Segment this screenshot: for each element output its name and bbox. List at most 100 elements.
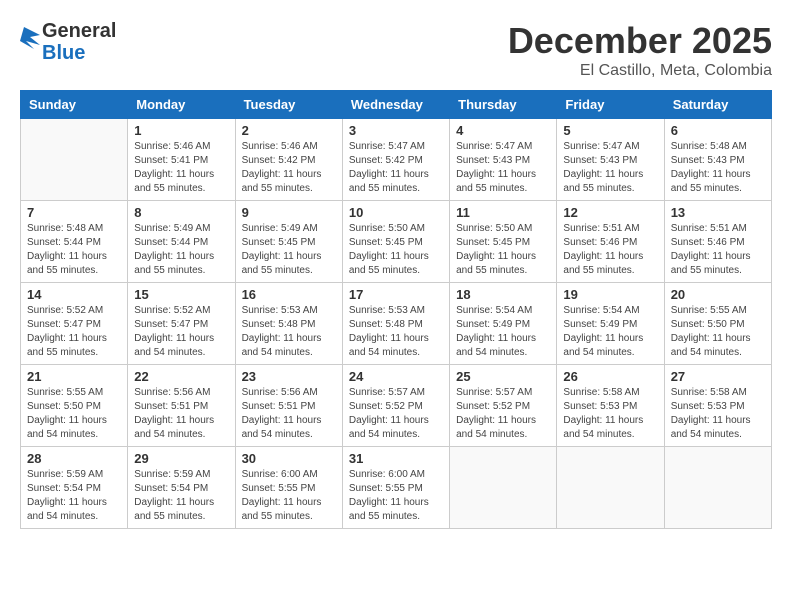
day-info: Sunrise: 6:00 AM Sunset: 5:55 PM Dayligh… — [242, 468, 336, 524]
day-cell: 7Sunrise: 5:48 AM Sunset: 5:44 PM Daylig… — [21, 201, 128, 283]
day-number: 20 — [671, 287, 765, 302]
day-cell: 6 Sunrise: 5:48 AM Sunset: 5:43 PM Daylig… — [664, 119, 771, 201]
day-cell: 3 Sunrise: 5:47 AM Sunset: 5:42 PM Daylig… — [342, 119, 449, 201]
day-cell: 27Sunrise: 5:58 AM Sunset: 5:53 PM Dayli… — [664, 365, 771, 447]
day-info: Sunrise: 5:50 AM Sunset: 5:45 PM Dayligh… — [349, 222, 443, 278]
col-saturday: Saturday — [664, 91, 771, 119]
day-info: Sunrise: 5:59 AM Sunset: 5:54 PM Dayligh… — [134, 468, 228, 524]
day-number: 22 — [134, 369, 228, 384]
day-info: Sunrise: 5:50 AM Sunset: 5:45 PM Dayligh… — [456, 222, 550, 278]
calendar-table: Sunday Monday Tuesday Wednesday Thursday… — [20, 90, 772, 529]
day-info: Sunrise: 5:54 AM Sunset: 5:49 PM Dayligh… — [563, 304, 657, 360]
day-info: Sunrise: 5:47 AM Sunset: 5:43 PM Dayligh… — [456, 140, 550, 196]
day-number: 10 — [349, 205, 443, 220]
day-number: 2 — [242, 123, 336, 138]
day-cell: 15 Sunrise: 5:52 AM Sunset: 5:47 PM Dayli… — [128, 283, 235, 365]
day-cell: 8 Sunrise: 5:49 AM Sunset: 5:44 PM Daylig… — [128, 201, 235, 283]
day-info: Sunrise: 5:54 AM Sunset: 5:49 PM Dayligh… — [456, 304, 550, 360]
day-info: Sunrise: 5:51 AM Sunset: 5:46 PM Dayligh… — [671, 222, 765, 278]
day-info: Sunrise: 5:52 AM Sunset: 5:47 PM Dayligh… — [27, 304, 121, 360]
day-number: 14 — [27, 287, 121, 302]
day-number: 15 — [134, 287, 228, 302]
day-cell: 28Sunrise: 5:59 AM Sunset: 5:54 PM Dayli… — [21, 447, 128, 529]
day-number: 31 — [349, 451, 443, 466]
day-cell: 25 Sunrise: 5:57 AM Sunset: 5:52 PM Dayli… — [450, 365, 557, 447]
day-cell: 30 Sunrise: 6:00 AM Sunset: 5:55 PM Dayli… — [235, 447, 342, 529]
day-cell: 21Sunrise: 5:55 AM Sunset: 5:50 PM Dayli… — [21, 365, 128, 447]
day-number: 12 — [563, 205, 657, 220]
col-sunday: Sunday — [21, 91, 128, 119]
day-number: 1 — [134, 123, 228, 138]
day-cell — [664, 447, 771, 529]
logo: General Blue — [20, 20, 116, 64]
day-cell: 17Sunrise: 5:53 AM Sunset: 5:48 PM Dayli… — [342, 283, 449, 365]
day-number: 23 — [242, 369, 336, 384]
day-info: Sunrise: 5:56 AM Sunset: 5:51 PM Dayligh… — [242, 386, 336, 442]
day-number: 8 — [134, 205, 228, 220]
day-number: 3 — [349, 123, 443, 138]
day-number: 11 — [456, 205, 550, 220]
day-number: 5 — [563, 123, 657, 138]
day-cell: 31 Sunrise: 6:00 AM Sunset: 5:55 PM Dayli… — [342, 447, 449, 529]
day-number: 4 — [456, 123, 550, 138]
day-info: Sunrise: 5:49 AM Sunset: 5:45 PM Dayligh… — [242, 222, 336, 278]
day-cell: 24Sunrise: 5:57 AM Sunset: 5:52 PM Dayli… — [342, 365, 449, 447]
day-number: 29 — [134, 451, 228, 466]
page-header: General Blue December 2025 El Castillo, … — [20, 20, 772, 80]
week-row-2: 7Sunrise: 5:48 AM Sunset: 5:44 PM Daylig… — [21, 201, 772, 283]
day-info: Sunrise: 5:55 AM Sunset: 5:50 PM Dayligh… — [671, 304, 765, 360]
day-cell: 14 Sunrise: 5:52 AM Sunset: 5:47 PM Dayli… — [21, 283, 128, 365]
col-tuesday: Tuesday — [235, 91, 342, 119]
week-row-4: 21Sunrise: 5:55 AM Sunset: 5:50 PM Dayli… — [21, 365, 772, 447]
logo-blue: Blue — [42, 42, 116, 64]
day-info: Sunrise: 5:59 AM Sunset: 5:54 PM Dayligh… — [27, 468, 121, 524]
day-number: 6 — [671, 123, 765, 138]
day-cell: 19 Sunrise: 5:54 AM Sunset: 5:49 PM Dayli… — [557, 283, 664, 365]
day-info: Sunrise: 5:53 AM Sunset: 5:48 PM Dayligh… — [242, 304, 336, 360]
day-info: Sunrise: 5:46 AM Sunset: 5:41 PM Dayligh… — [134, 140, 228, 196]
day-number: 24 — [349, 369, 443, 384]
day-info: Sunrise: 5:47 AM Sunset: 5:42 PM Dayligh… — [349, 140, 443, 196]
logo-bird-icon — [20, 27, 40, 57]
day-cell: 1 Sunrise: 5:46 AM Sunset: 5:41 PM Daylig… — [128, 119, 235, 201]
day-number: 30 — [242, 451, 336, 466]
col-friday: Friday — [557, 91, 664, 119]
title-block: December 2025 El Castillo, Meta, Colombi… — [508, 20, 772, 80]
day-info: Sunrise: 5:52 AM Sunset: 5:47 PM Dayligh… — [134, 304, 228, 360]
day-cell: 9 Sunrise: 5:49 AM Sunset: 5:45 PM Daylig… — [235, 201, 342, 283]
day-cell: 5 Sunrise: 5:47 AM Sunset: 5:43 PM Daylig… — [557, 119, 664, 201]
day-cell: 2 Sunrise: 5:46 AM Sunset: 5:42 PM Daylig… — [235, 119, 342, 201]
day-info: Sunrise: 5:57 AM Sunset: 5:52 PM Dayligh… — [456, 386, 550, 442]
day-info: Sunrise: 5:51 AM Sunset: 5:46 PM Dayligh… — [563, 222, 657, 278]
day-number: 21 — [27, 369, 121, 384]
day-cell: 4 Sunrise: 5:47 AM Sunset: 5:43 PM Daylig… — [450, 119, 557, 201]
day-number: 9 — [242, 205, 336, 220]
day-cell — [557, 447, 664, 529]
day-info: Sunrise: 5:46 AM Sunset: 5:42 PM Dayligh… — [242, 140, 336, 196]
day-cell: 13Sunrise: 5:51 AM Sunset: 5:46 PM Dayli… — [664, 201, 771, 283]
week-row-3: 14 Sunrise: 5:52 AM Sunset: 5:47 PM Dayli… — [21, 283, 772, 365]
day-cell: 16Sunrise: 5:53 AM Sunset: 5:48 PM Dayli… — [235, 283, 342, 365]
day-info: Sunrise: 5:48 AM Sunset: 5:43 PM Dayligh… — [671, 140, 765, 196]
week-row-1: 1 Sunrise: 5:46 AM Sunset: 5:41 PM Daylig… — [21, 119, 772, 201]
day-number: 19 — [563, 287, 657, 302]
day-cell — [21, 119, 128, 201]
day-cell: 18Sunrise: 5:54 AM Sunset: 5:49 PM Dayli… — [450, 283, 557, 365]
day-cell: 12 Sunrise: 5:51 AM Sunset: 5:46 PM Dayli… — [557, 201, 664, 283]
day-number: 25 — [456, 369, 550, 384]
day-cell: 22Sunrise: 5:56 AM Sunset: 5:51 PM Dayli… — [128, 365, 235, 447]
day-number: 26 — [563, 369, 657, 384]
day-info: Sunrise: 5:49 AM Sunset: 5:44 PM Dayligh… — [134, 222, 228, 278]
day-cell: 11 Sunrise: 5:50 AM Sunset: 5:45 PM Dayli… — [450, 201, 557, 283]
day-number: 17 — [349, 287, 443, 302]
day-info: Sunrise: 5:48 AM Sunset: 5:44 PM Dayligh… — [27, 222, 121, 278]
col-monday: Monday — [128, 91, 235, 119]
day-info: Sunrise: 5:47 AM Sunset: 5:43 PM Dayligh… — [563, 140, 657, 196]
day-cell: 26Sunrise: 5:58 AM Sunset: 5:53 PM Dayli… — [557, 365, 664, 447]
day-cell: 20 Sunrise: 5:55 AM Sunset: 5:50 PM Dayli… — [664, 283, 771, 365]
day-cell: 23 Sunrise: 5:56 AM Sunset: 5:51 PM Dayli… — [235, 365, 342, 447]
week-row-5: 28Sunrise: 5:59 AM Sunset: 5:54 PM Dayli… — [21, 447, 772, 529]
logo-general: General — [42, 20, 116, 42]
day-info: Sunrise: 6:00 AM Sunset: 5:55 PM Dayligh… — [349, 468, 443, 524]
day-cell — [450, 447, 557, 529]
